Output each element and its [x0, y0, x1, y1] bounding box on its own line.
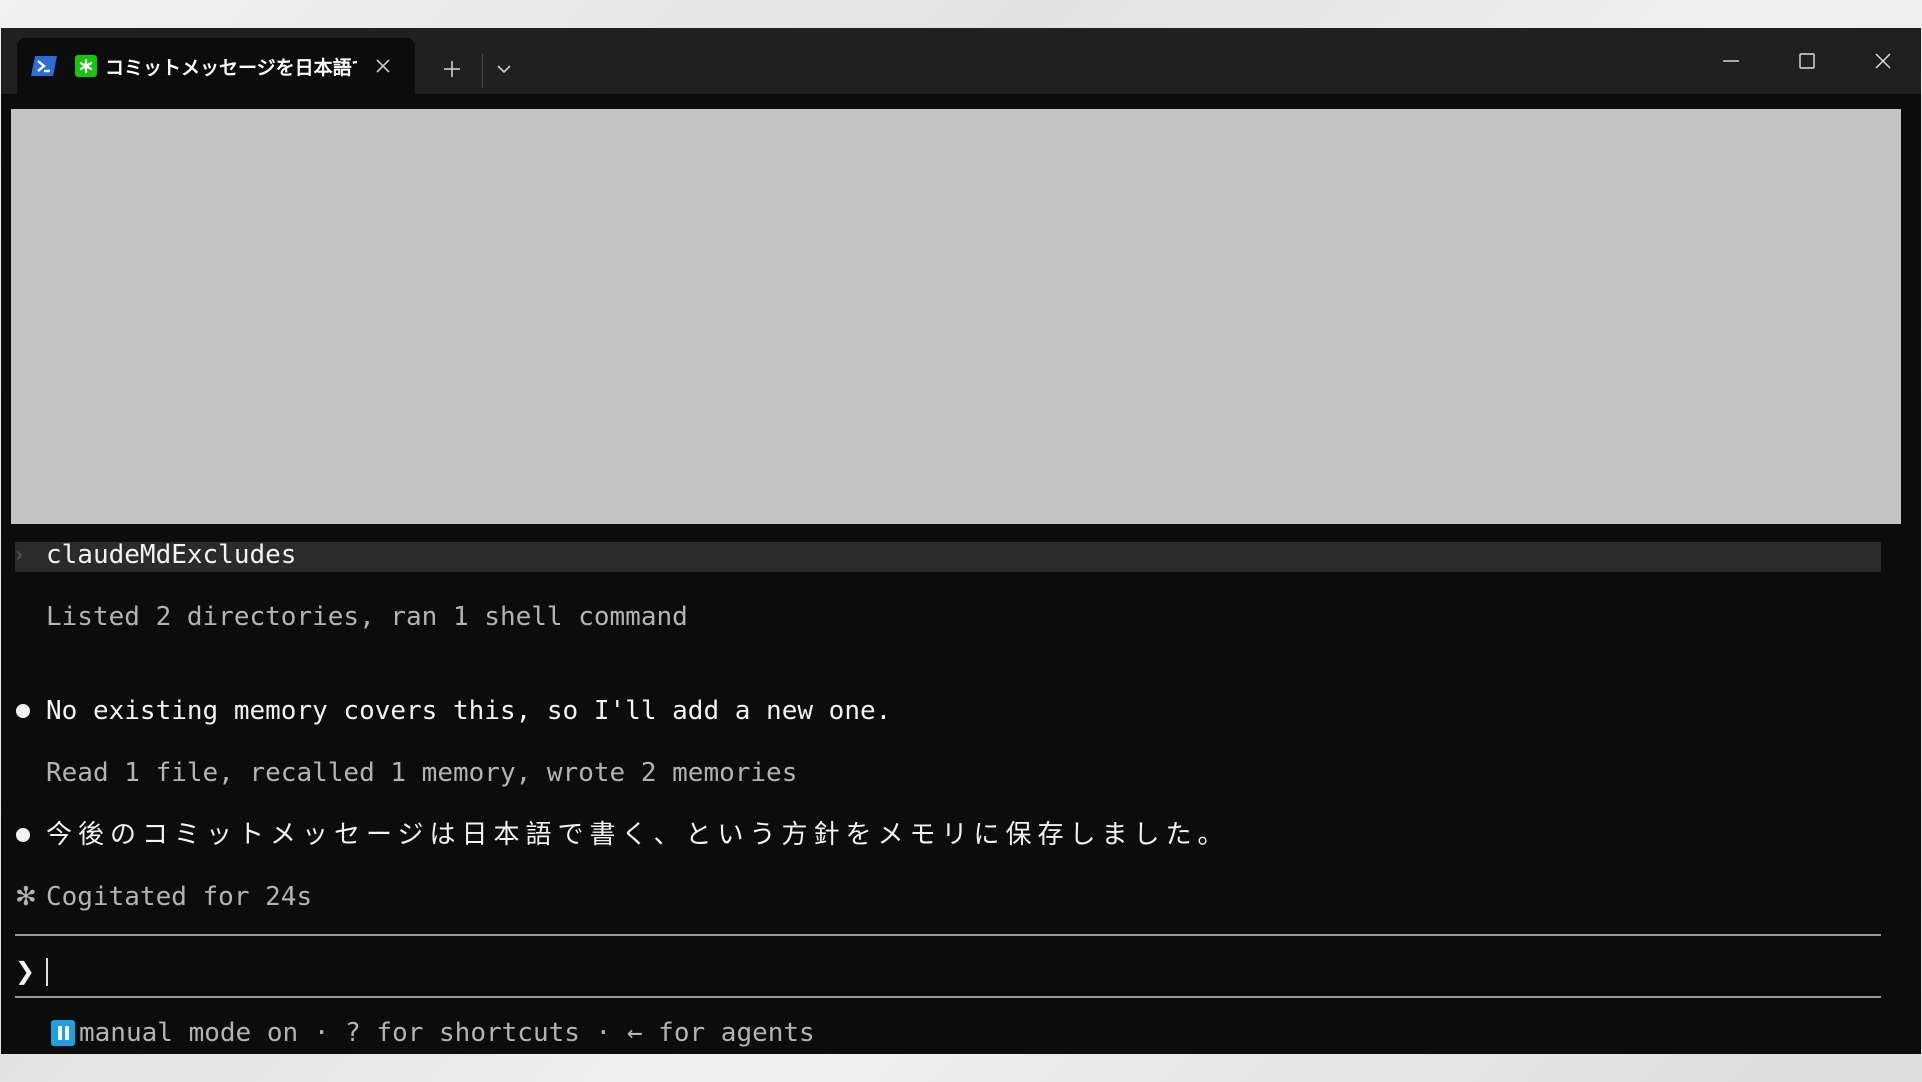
plus-icon: [444, 61, 460, 77]
assistant-message-1: No existing memory covers this, so I'll …: [46, 696, 892, 726]
titlebar-divider: [482, 54, 483, 88]
input-cursor[interactable]: [46, 958, 48, 986]
status-text: Cogitated for 24s: [46, 882, 313, 912]
tool-summary-1: Listed 2 directories, ran 1 shell comman…: [46, 602, 688, 632]
minimize-button[interactable]: [1693, 28, 1769, 94]
input-top-rule: [15, 934, 1881, 936]
tool-summary-2: Read 1 file, recalled 1 memory, wrote 2 …: [46, 758, 798, 788]
sparkle-icon: ✻: [15, 882, 37, 912]
close-window-button[interactable]: [1845, 28, 1921, 94]
message-bullet-icon: [16, 828, 30, 842]
terminal-content[interactable]: › claudeMdExcludes Listed 2 directories,…: [1, 94, 1921, 1054]
footer-hint-text: manual mode on · ? for shortcuts · ← for…: [79, 1018, 815, 1048]
input-bottom-rule: [15, 996, 1881, 998]
footer-status: manual mode on · ? for shortcuts · ← for…: [51, 1016, 815, 1050]
asterisk-status-icon: [75, 55, 97, 77]
collapsed-item-label: claudeMdExcludes: [46, 540, 297, 570]
title-bar[interactable]: コミットメッセージを日本語で記: [1, 28, 1921, 94]
assistant-message-2: 今後のコミットメッセージは日本語で書く、という方針をメモリに保存しました。: [46, 820, 1230, 850]
tab-title: コミットメッセージを日本語で記: [105, 56, 357, 79]
terminal-window: コミットメッセージを日本語で記: [1, 28, 1921, 1054]
close-tab-icon[interactable]: [371, 54, 395, 78]
close-icon: [1875, 53, 1891, 69]
minimize-icon: [1723, 60, 1739, 62]
new-tab-button[interactable]: [437, 54, 467, 84]
chevron-right-icon[interactable]: ›: [15, 541, 31, 571]
maximize-button[interactable]: [1769, 28, 1845, 94]
redacted-region: [11, 109, 1901, 524]
chevron-down-icon: [497, 65, 511, 74]
powershell-icon: [31, 55, 57, 77]
prompt-chevron-icon: ❯: [15, 957, 36, 985]
tab-dropdown-button[interactable]: [489, 54, 519, 84]
tab-active[interactable]: コミットメッセージを日本語で記: [17, 38, 415, 94]
maximize-icon: [1799, 53, 1815, 69]
pause-icon: [51, 1020, 75, 1046]
message-bullet-icon: [16, 704, 30, 718]
